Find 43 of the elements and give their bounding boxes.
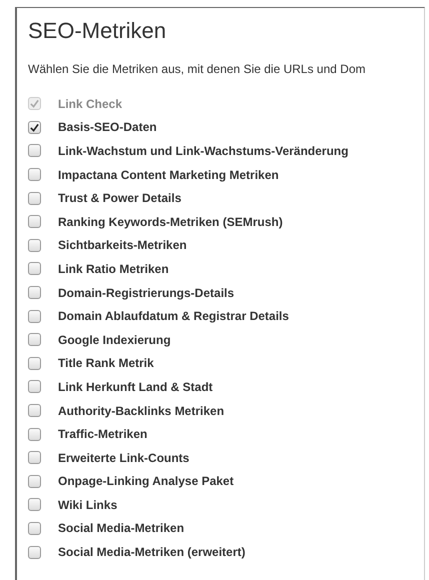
checkbox[interactable] [28, 215, 41, 228]
checkbox[interactable] [28, 474, 41, 488]
checkmark-icon [30, 122, 39, 132]
checkbox[interactable] [28, 356, 41, 370]
checkbox[interactable] [28, 168, 41, 182]
option-label: Domain Ablaufdatum & Registrar Details [58, 308, 289, 326]
option-label: Link Ratio Metriken [58, 260, 169, 278]
option-label: Trust & Power Details [58, 190, 182, 208]
option-label: Impactana Content Marketing Metriken [58, 166, 279, 184]
checkbox[interactable] [28, 451, 41, 464]
checkbox[interactable] [28, 498, 41, 512]
checkbox[interactable] [28, 522, 41, 535]
option-label: Domain-Registrierungs-Details [58, 284, 234, 302]
panel-title: SEO-Metriken [28, 18, 166, 44]
checkbox[interactable] [28, 380, 41, 394]
option-label: Authority-Backlinks Metriken [58, 402, 224, 420]
checkbox[interactable] [28, 404, 41, 418]
description: Wählen Sie die Metriken aus, mit denen Sie die URLs und Dom [28, 61, 366, 78]
checkbox[interactable] [28, 262, 41, 276]
option-label: Onpage-Linking Analyse Paket [58, 473, 234, 490]
option-label: Social Media-Metriken (erweitert) [58, 544, 246, 562]
checkbox[interactable] [28, 144, 41, 158]
checkmark-icon [30, 99, 39, 108]
option-label: Traffic-Metriken [58, 426, 148, 444]
option-label: Social Media-Metriken [58, 520, 184, 538]
option-label: Title Rank Metrik [58, 355, 154, 372]
checkbox[interactable] [28, 310, 41, 323]
checkbox[interactable] [28, 333, 41, 346]
option-label: Sichtbarkeits-Metriken [58, 237, 187, 254]
option-label: Ranking Keywords-Metriken (SEMrush) [58, 214, 283, 231]
option-label: Basis-SEO-Daten [58, 119, 157, 136]
option-label: Link-Wachstum und Link-Wachstums-Veränderung [58, 142, 348, 160]
checkbox[interactable] [28, 120, 41, 134]
option-label: Wiki Links [58, 496, 118, 514]
option-label: Link Herkunft Land & Stadt [58, 378, 213, 396]
checkbox[interactable] [28, 192, 41, 205]
option-label: Erweiterte Link-Counts [58, 450, 190, 467]
checkbox[interactable] [28, 286, 41, 300]
option-label: Link Check [58, 96, 122, 113]
checkbox[interactable] [28, 238, 41, 252]
option-label: Google Indexierung [58, 332, 171, 349]
checkbox[interactable] [28, 546, 41, 559]
checkbox[interactable] [28, 428, 41, 441]
